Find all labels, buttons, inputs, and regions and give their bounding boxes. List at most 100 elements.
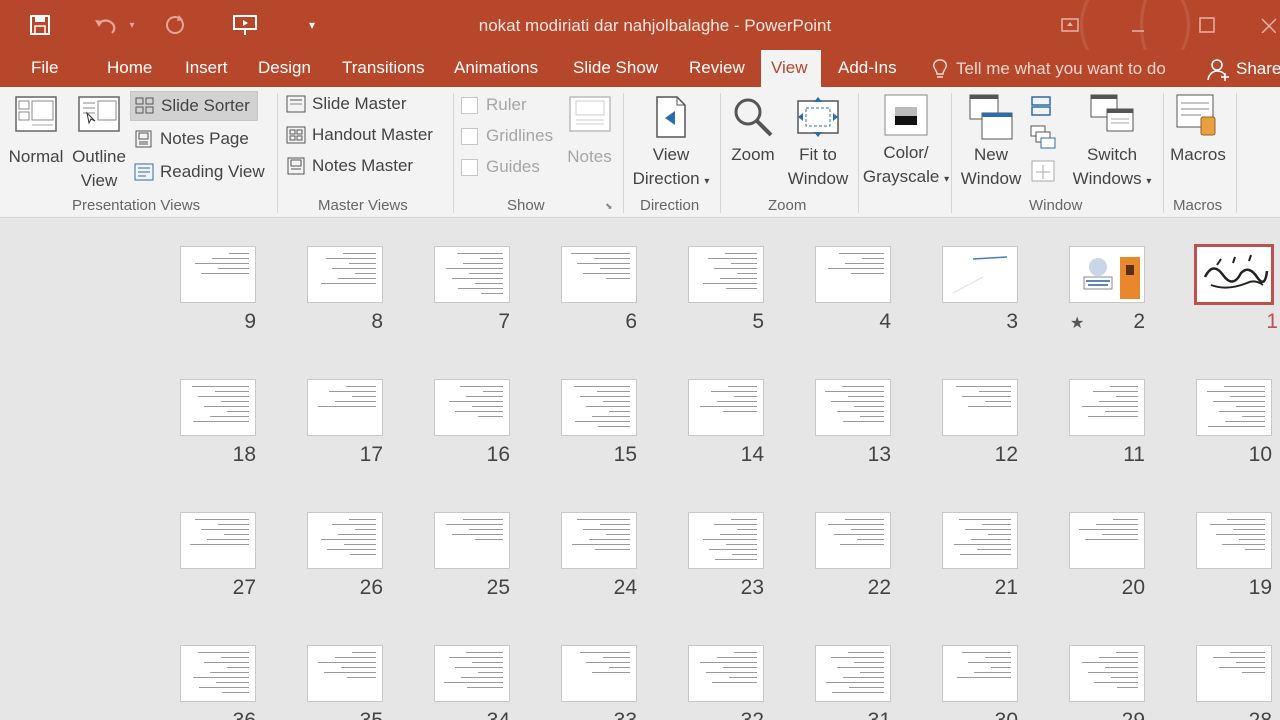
- slide-thumbnail[interactable]: [815, 645, 891, 702]
- move-split-button[interactable]: [1030, 159, 1056, 185]
- slide-text-line: [349, 263, 376, 264]
- slide-number: 3: [1006, 310, 1018, 333]
- slide-thumbnail[interactable]: [307, 246, 383, 303]
- slide-number: 4: [879, 310, 891, 333]
- slide-thumbnail[interactable]: [815, 246, 891, 303]
- slide-thumbnail[interactable]: [1196, 379, 1272, 436]
- slide-thumbnail[interactable]: [942, 246, 1018, 303]
- slide-thumbnail[interactable]: [1069, 645, 1145, 702]
- slide-thumbnail[interactable]: [1196, 512, 1272, 569]
- slide-thumbnail[interactable]: [434, 379, 510, 436]
- slide-thumbnail[interactable]: [561, 512, 637, 569]
- slide-text-line: [971, 539, 1011, 540]
- group-separator: [1236, 93, 1237, 213]
- slide-text-line: [720, 278, 757, 279]
- switch-windows-button[interactable]: Switch Windows ▾: [1064, 93, 1160, 194]
- tab-animations[interactable]: Animations: [444, 50, 548, 87]
- slide-thumbnail[interactable]: [561, 246, 637, 303]
- tab-file[interactable]: File: [21, 50, 68, 87]
- slide-text-line: [725, 253, 757, 254]
- slide-thumbnail[interactable]: [180, 379, 256, 436]
- animation-star-icon[interactable]: ★: [1070, 313, 1084, 333]
- slide-thumbnail[interactable]: [434, 645, 510, 702]
- maximize-button[interactable]: [1187, 10, 1227, 40]
- color-grayscale-button[interactable]: Color/ Grayscale ▾: [860, 93, 952, 192]
- slide-thumbnail[interactable]: [688, 512, 764, 569]
- slide-thumbnail[interactable]: [307, 645, 383, 702]
- close-button[interactable]: [1255, 10, 1280, 40]
- tab-insert[interactable]: Insert: [175, 50, 238, 87]
- macros-label: Macros: [1170, 145, 1226, 164]
- slide-number: 34: [450, 709, 510, 720]
- slide-text-line: [837, 411, 884, 412]
- tab-design[interactable]: Design: [248, 50, 321, 87]
- gridlines-checkbox[interactable]: Gridlines: [461, 126, 553, 146]
- reading-view-button[interactable]: Reading View: [130, 157, 270, 187]
- slide-thumbnail[interactable]: [180, 645, 256, 702]
- slide-thumbnail[interactable]: [942, 512, 1018, 569]
- arrange-all-button[interactable]: [1030, 95, 1054, 119]
- slide-thumbnail[interactable]: [1069, 512, 1145, 569]
- slide-text-line: [229, 253, 249, 254]
- show-dialog-launcher[interactable]: ⬊: [605, 201, 615, 211]
- slide-text-line: [851, 273, 884, 274]
- slide-text-line: [862, 258, 884, 259]
- notes-page-button[interactable]: Notes Page: [130, 124, 260, 154]
- notes-icon: [568, 96, 611, 132]
- tab-transitions[interactable]: Transitions: [332, 50, 435, 87]
- slide-thumbnail[interactable]: [815, 512, 891, 569]
- new-window-label-1: New: [973, 145, 1008, 164]
- zoom-button[interactable]: Zoom: [724, 95, 782, 167]
- slide-thumbnail[interactable]: [815, 379, 891, 436]
- slide-text-line: [1113, 519, 1138, 520]
- tab-home[interactable]: Home: [97, 50, 162, 87]
- switch-windows-label-1: Switch: [1086, 145, 1138, 164]
- slide-thumbnail[interactable]: [180, 512, 256, 569]
- slide-thumbnail[interactable]: [307, 512, 383, 569]
- normal-view-button[interactable]: Normal: [4, 95, 68, 169]
- slide-thumbnail[interactable]: [434, 246, 510, 303]
- tab-view[interactable]: View: [761, 50, 821, 87]
- ribbon-display-options-button[interactable]: [1050, 10, 1090, 40]
- group-label-zoom: Zoom: [768, 197, 807, 214]
- tab-review[interactable]: Review: [679, 50, 755, 87]
- view-direction-button[interactable]: View Direction ▾: [628, 95, 714, 194]
- slide-thumbnail[interactable]: [1194, 244, 1274, 305]
- slide-thumbnail[interactable]: [561, 645, 637, 702]
- slide-thumbnail[interactable]: [1069, 379, 1145, 436]
- share-button[interactable]: Share: [1206, 50, 1280, 87]
- slide-thumbnail[interactable]: [942, 379, 1018, 436]
- slide-text-line: [449, 657, 503, 658]
- slide-text-line: [1088, 672, 1138, 673]
- ruler-checkbox[interactable]: Ruler: [461, 95, 527, 115]
- slide-thumbnail[interactable]: [688, 645, 764, 702]
- slide-thumbnail[interactable]: [307, 379, 383, 436]
- tab-add-ins[interactable]: Add-Ins: [828, 50, 907, 87]
- fit-to-window-button[interactable]: Fit to Window: [782, 95, 854, 191]
- new-window-button[interactable]: New Window: [956, 93, 1026, 191]
- handout-master-button[interactable]: Handout Master: [282, 120, 452, 150]
- macros-button[interactable]: Macros: [1166, 93, 1230, 167]
- outline-view-button[interactable]: Outline View: [68, 95, 130, 193]
- slide-text-line: [218, 268, 249, 269]
- slide-thumbnail[interactable]: [434, 512, 510, 569]
- slide-sorter-button[interactable]: Slide Sorter: [130, 91, 258, 121]
- tell-me-search[interactable]: Tell me what you want to do: [930, 50, 1166, 87]
- slide-thumbnail[interactable]: [1069, 246, 1145, 303]
- slide-thumbnail[interactable]: [688, 246, 764, 303]
- minimize-button[interactable]: [1118, 10, 1158, 40]
- slide-master-button[interactable]: Slide Master: [282, 89, 432, 119]
- notes-master-button[interactable]: Notes Master: [282, 151, 432, 181]
- cascade-button[interactable]: [1030, 125, 1056, 151]
- slide-thumbnail[interactable]: [942, 645, 1018, 702]
- slide-thumbnail[interactable]: [1196, 645, 1272, 702]
- slide-thumbnail[interactable]: [180, 246, 256, 303]
- slide-thumbnail[interactable]: [561, 379, 637, 436]
- guides-checkbox[interactable]: Guides: [461, 157, 540, 177]
- slide-text-line: [192, 386, 249, 387]
- slide-thumbnail[interactable]: [688, 379, 764, 436]
- notes-button[interactable]: Notes: [562, 95, 617, 169]
- fit-to-window-label-2: Window: [787, 169, 849, 188]
- slide-text-line: [979, 391, 1011, 392]
- tab-slide-show[interactable]: Slide Show: [563, 50, 668, 87]
